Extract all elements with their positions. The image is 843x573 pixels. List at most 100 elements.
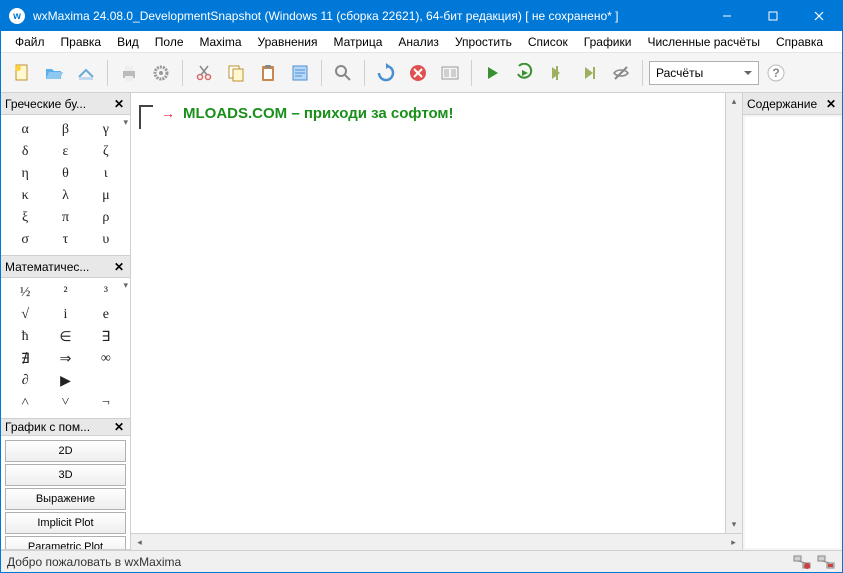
math-symbol[interactable]: ▶ bbox=[45, 370, 85, 392]
section-title[interactable]: MLOADS.COM – приходи за софтом! bbox=[183, 105, 454, 122]
math-symbol[interactable]: ∄ bbox=[5, 348, 45, 370]
save-file-button[interactable] bbox=[71, 58, 101, 88]
cell-bracket-icon[interactable] bbox=[139, 105, 153, 129]
greek-symbol[interactable]: δ bbox=[5, 141, 45, 163]
network-status-icon-1[interactable] bbox=[792, 554, 812, 570]
copy-button[interactable] bbox=[221, 58, 251, 88]
math-symbol[interactable]: √ bbox=[5, 304, 45, 326]
menu-help[interactable]: Справка bbox=[768, 33, 831, 51]
new-file-button[interactable] bbox=[7, 58, 37, 88]
math-symbol[interactable]: ³ bbox=[86, 282, 126, 304]
print-button[interactable] bbox=[114, 58, 144, 88]
math-symbol[interactable]: ˅ bbox=[45, 392, 85, 414]
math-symbol[interactable]: ¬ bbox=[86, 392, 126, 414]
document-area[interactable]: → MLOADS.COM – приходи за софтом! bbox=[131, 93, 725, 533]
greek-symbol[interactable]: σ bbox=[5, 229, 45, 251]
greek-symbol[interactable]: μ bbox=[86, 185, 126, 207]
panel-contents-header[interactable]: Содержание ✕ bbox=[743, 93, 842, 115]
menu-numeric[interactable]: Численные расчёты bbox=[639, 33, 768, 51]
math-symbol[interactable]: ∃ bbox=[86, 326, 126, 348]
math-symbol[interactable]: ½ bbox=[5, 282, 45, 304]
greek-symbol[interactable]: γ bbox=[86, 119, 126, 141]
math-symbol[interactable]: ² bbox=[45, 282, 85, 304]
math-symbol[interactable] bbox=[86, 370, 126, 392]
vertical-scrollbar[interactable]: ▴ ▾ bbox=[725, 93, 742, 533]
plot-button[interactable]: 2D bbox=[5, 440, 126, 462]
open-file-button[interactable] bbox=[39, 58, 69, 88]
greek-symbol[interactable]: τ bbox=[45, 229, 85, 251]
network-status-icon-2[interactable] bbox=[816, 554, 836, 570]
menu-plot[interactable]: Графики bbox=[576, 33, 640, 51]
horizontal-scrollbar[interactable]: ◂ ▸ bbox=[131, 533, 742, 550]
scroll-up-icon[interactable]: ▴ bbox=[726, 93, 742, 110]
greek-symbol[interactable]: υ bbox=[86, 229, 126, 251]
greek-symbol[interactable]: η bbox=[5, 163, 45, 185]
math-symbol[interactable]: i bbox=[45, 304, 85, 326]
greek-symbol[interactable]: ι bbox=[86, 163, 126, 185]
panel-contents-close[interactable]: ✕ bbox=[824, 97, 838, 111]
panel-greek-close[interactable]: ✕ bbox=[112, 97, 126, 111]
find-button[interactable] bbox=[328, 58, 358, 88]
menu-file[interactable]: Файл bbox=[7, 33, 53, 51]
panel-math: Математичес... ✕ ½²³ √ie ħ∈∃ ∄⇒∞ ∂▶˄˅¬ ▾ bbox=[1, 256, 130, 419]
hide-code-button[interactable] bbox=[606, 58, 636, 88]
expand-icon[interactable]: ▾ bbox=[123, 280, 128, 291]
math-symbol[interactable]: e bbox=[86, 304, 126, 326]
close-button[interactable] bbox=[796, 1, 842, 31]
math-symbol[interactable]: ⇒ bbox=[45, 348, 85, 370]
menu-simplify[interactable]: Упростить bbox=[447, 33, 520, 51]
greek-symbol[interactable]: ξ bbox=[5, 207, 45, 229]
plot-button[interactable]: Parametric Plot bbox=[5, 536, 126, 549]
math-symbol[interactable]: ∂ bbox=[5, 370, 45, 392]
scroll-right-icon[interactable]: ▸ bbox=[725, 534, 742, 550]
greek-symbol[interactable]: θ bbox=[45, 163, 85, 185]
menu-edit[interactable]: Правка bbox=[53, 33, 110, 51]
scroll-down-icon[interactable]: ▾ bbox=[726, 516, 742, 533]
greek-symbol[interactable]: ρ bbox=[86, 207, 126, 229]
panel-mouseplot-close[interactable]: ✕ bbox=[112, 420, 126, 434]
animation-icon[interactable] bbox=[435, 58, 465, 88]
greek-symbol[interactable]: β bbox=[45, 119, 85, 141]
minimize-button[interactable] bbox=[704, 1, 750, 31]
restart-maxima-button[interactable] bbox=[371, 58, 401, 88]
menu-equations[interactable]: Уравнения bbox=[250, 33, 326, 51]
cut-button[interactable] bbox=[189, 58, 219, 88]
greek-symbol[interactable]: κ bbox=[5, 185, 45, 207]
maximize-button[interactable] bbox=[750, 1, 796, 31]
menu-maxima[interactable]: Maxima bbox=[192, 33, 250, 51]
math-symbol[interactable]: ħ bbox=[5, 326, 45, 348]
panel-math-header[interactable]: Математичес... ✕ bbox=[1, 256, 130, 278]
select-all-button[interactable] bbox=[285, 58, 315, 88]
cell[interactable]: → MLOADS.COM – приходи за софтом! bbox=[139, 105, 717, 129]
eval-rest-button[interactable] bbox=[542, 58, 572, 88]
expand-icon[interactable]: ▾ bbox=[123, 117, 128, 128]
greek-symbol[interactable]: ζ bbox=[86, 141, 126, 163]
cell-type-dropdown[interactable]: Расчёты bbox=[649, 61, 759, 85]
math-symbol[interactable]: ∈ bbox=[45, 326, 85, 348]
plot-button[interactable]: Выражение bbox=[5, 488, 126, 510]
greek-symbol[interactable]: ε bbox=[45, 141, 85, 163]
eval-till-here-button[interactable] bbox=[574, 58, 604, 88]
eval-button[interactable] bbox=[478, 58, 508, 88]
panel-mouseplot-header[interactable]: График с пом... ✕ bbox=[1, 419, 130, 436]
menu-view[interactable]: Вид bbox=[109, 33, 147, 51]
math-symbol[interactable]: ˄ bbox=[5, 392, 45, 414]
interrupt-button[interactable] bbox=[403, 58, 433, 88]
help-button[interactable]: ? bbox=[761, 58, 791, 88]
plot-button[interactable]: 3D bbox=[5, 464, 126, 486]
greek-symbol[interactable]: λ bbox=[45, 185, 85, 207]
paste-button[interactable] bbox=[253, 58, 283, 88]
panel-math-close[interactable]: ✕ bbox=[112, 260, 126, 274]
settings-button[interactable] bbox=[146, 58, 176, 88]
menu-calculus[interactable]: Анализ bbox=[390, 33, 447, 51]
greek-symbol[interactable]: π bbox=[45, 207, 85, 229]
menu-matrix[interactable]: Матрица bbox=[325, 33, 390, 51]
greek-symbol[interactable]: α bbox=[5, 119, 45, 141]
menu-list[interactable]: Список bbox=[520, 33, 576, 51]
plot-button[interactable]: Implicit Plot bbox=[5, 512, 126, 534]
eval-all-button[interactable] bbox=[510, 58, 540, 88]
menu-cell[interactable]: Поле bbox=[147, 33, 192, 51]
math-symbol[interactable]: ∞ bbox=[86, 348, 126, 370]
scroll-left-icon[interactable]: ◂ bbox=[131, 534, 148, 550]
panel-greek-header[interactable]: Греческие бу... ✕ bbox=[1, 93, 130, 115]
